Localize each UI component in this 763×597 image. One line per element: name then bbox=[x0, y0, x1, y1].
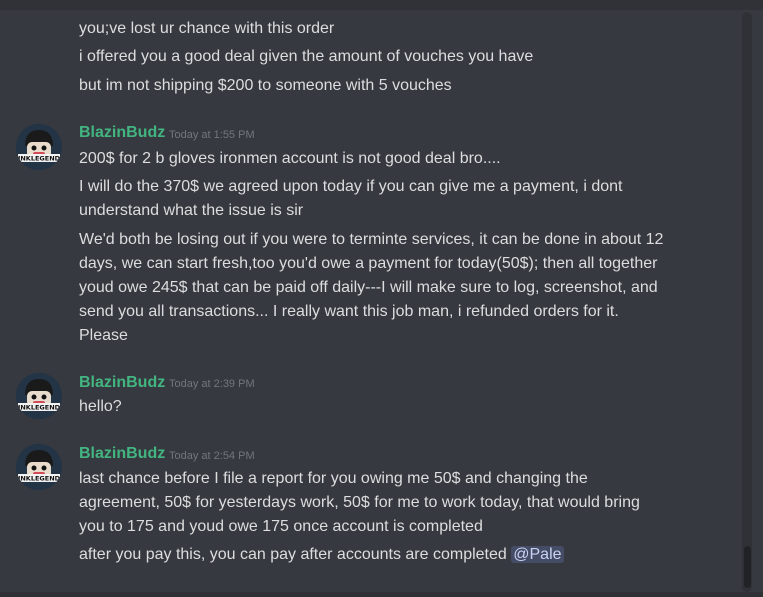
scrollbar-track[interactable] bbox=[742, 12, 752, 592]
message-timestamp[interactable]: Today at 2:39 PM bbox=[169, 377, 255, 391]
message-line: but im not shipping $200 to someone with… bbox=[79, 77, 452, 94]
message-line: after you pay this, you can pay after ac… bbox=[79, 543, 564, 567]
message-timestamp[interactable]: Today at 2:54 PM bbox=[169, 449, 255, 463]
message-line: hello? bbox=[79, 398, 122, 415]
message-line: you to 175 and youd owe 175 once account… bbox=[79, 518, 483, 535]
message-line: you;ve lost ur chance with this order bbox=[79, 20, 335, 37]
message-line: send you all transactions... I really wa… bbox=[79, 303, 619, 320]
avatar-image: INKLEGEND bbox=[16, 124, 62, 170]
message-line: agreement, 50$ for yesterdays work, 50$ … bbox=[79, 494, 640, 511]
author-name[interactable]: BlazinBudz bbox=[79, 373, 165, 393]
author-name[interactable]: BlazinBudz bbox=[79, 444, 165, 464]
message-line: I will do the 370$ we agreed upon today … bbox=[79, 178, 623, 195]
avatar[interactable]: INKLEGEND bbox=[16, 124, 62, 170]
message-timestamp[interactable]: Today at 1:55 PM bbox=[169, 128, 255, 142]
avatar-logo-text: INKLEGEND bbox=[18, 475, 61, 483]
avatar[interactable]: INKLEGEND bbox=[16, 444, 62, 490]
avatar-image: INKLEGEND bbox=[16, 373, 62, 419]
message-line: i offered you a good deal given the amou… bbox=[79, 48, 534, 65]
message-line: last chance before I file a report for y… bbox=[79, 470, 588, 487]
avatar-logo-text: INKLEGEND bbox=[18, 404, 61, 412]
avatar-logo-text: INKLEGEND bbox=[18, 155, 61, 163]
message-line: understand what the issue is sir bbox=[79, 202, 304, 219]
avatar[interactable]: INKLEGEND bbox=[16, 373, 62, 419]
message-line: 200$ for 2 b gloves ironmen account is n… bbox=[79, 150, 501, 167]
bottom-divider bbox=[0, 592, 763, 597]
message-text: after you pay this, you can pay after ac… bbox=[79, 546, 512, 563]
user-mention[interactable]: @Pale bbox=[511, 546, 564, 563]
author-name[interactable]: BlazinBudz bbox=[79, 123, 165, 143]
avatar-image: INKLEGEND bbox=[16, 444, 62, 490]
message-line: days, we can start fresh,too you'd owe a… bbox=[79, 255, 658, 272]
scrollbar-thumb[interactable] bbox=[744, 546, 751, 588]
message-line: Please bbox=[79, 327, 128, 344]
message-line: youd owe 245$ that can be paid off daily… bbox=[79, 279, 658, 296]
chat-messages-area: you;ve lost ur chance with this order i … bbox=[0, 0, 763, 597]
top-divider bbox=[0, 0, 763, 10]
message-line: We'd both be losing out if you were to t… bbox=[79, 231, 664, 248]
